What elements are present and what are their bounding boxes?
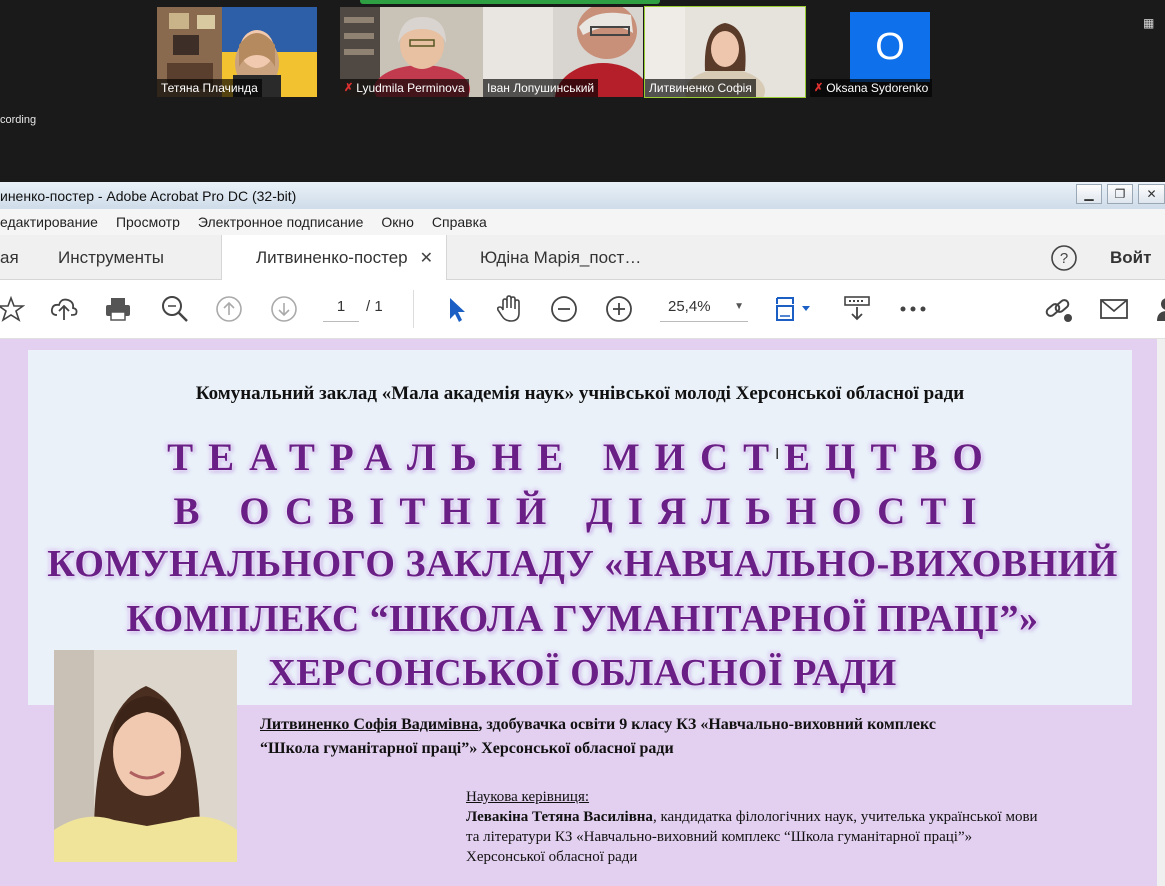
print-icon[interactable]: [101, 292, 135, 326]
cloud-upload-icon[interactable]: [47, 292, 81, 326]
participant-tile[interactable]: ✗ Lyudmila Perminova: [340, 7, 500, 97]
menu-bar: едактирование Просмотр Электронное подпи…: [0, 209, 1165, 235]
avatar: O: [850, 12, 930, 82]
zoom-participant-strip: Тетяна Плачинда ✗ Lyudmila Perminova Іва…: [0, 0, 1165, 182]
page-total: / 1: [366, 298, 383, 315]
minimize-button[interactable]: ▁: [1076, 184, 1102, 204]
link-icon[interactable]: [1042, 292, 1076, 326]
menu-view[interactable]: Просмотр: [116, 214, 180, 230]
sign-in-button[interactable]: Войт: [1100, 235, 1161, 280]
close-tab-icon[interactable]: ✕: [420, 248, 433, 268]
document-view[interactable]: Комунальний заклад «Мала академія наук» …: [0, 339, 1165, 886]
author-photo: [54, 650, 237, 862]
participant-name: Литвиненко Софія: [645, 79, 756, 97]
star-icon[interactable]: [0, 292, 28, 326]
zoom-level-select[interactable]: 25,4% ▼: [660, 292, 748, 322]
acrobat-window: иненко-постер - Adobe Acrobat Pro DC (32…: [0, 182, 1165, 886]
participant-tile-active[interactable]: Литвиненко Софія: [644, 6, 806, 98]
tab-home[interactable]: ая: [0, 235, 29, 280]
tab-bar: ая Инструменты Литвиненко-постер ✕ Юдіна …: [0, 235, 1165, 281]
share-user-icon[interactable]: [1148, 292, 1165, 326]
page-up-icon[interactable]: [212, 292, 246, 326]
participant-name: ✗ Oksana Sydorenko: [810, 79, 933, 97]
tab-document-active[interactable]: Литвиненко-постер ✕: [221, 235, 447, 281]
author-info: Литвиненко Софія Вадимівна, здобувачка о…: [260, 716, 936, 757]
menu-window[interactable]: Окно: [381, 214, 414, 230]
poster-title-line: КОМПЛЕКС “ШКОЛА ГУМАНІТАРНОЇ ПРАЦІ”»: [126, 598, 1039, 640]
mic-muted-icon: ✗: [814, 82, 824, 94]
menu-sign[interactable]: Электронное подписание: [198, 214, 364, 230]
tab-document[interactable]: Юдіна Марія_пост…: [470, 235, 651, 280]
poster-title-line: КОМУНАЛЬНОГО ЗАКЛАДУ «НАВЧАЛЬНО-ВИХОВНИЙ: [47, 543, 1118, 585]
text-cursor-icon: I: [775, 446, 780, 463]
mic-muted-icon: ✗: [344, 82, 354, 94]
select-cursor-icon[interactable]: [438, 292, 472, 326]
page-number-input[interactable]: 1: [323, 292, 359, 322]
participant-tile[interactable]: O ✗ Oksana Sydorenko: [810, 7, 970, 97]
menu-edit[interactable]: едактирование: [0, 214, 98, 230]
mail-icon[interactable]: [1097, 292, 1131, 326]
zoom-share-indicator: [360, 0, 660, 4]
screen: Тетяна Плачинда ✗ Lyudmila Perminova Іва…: [0, 0, 1165, 886]
participant-name: Тетяна Плачинда: [157, 79, 262, 97]
tab-tools[interactable]: Инструменты: [48, 235, 174, 280]
supervisor-info: Наукова керівниця: Левакіна Тетяна Васил…: [466, 789, 1038, 865]
toolbar-divider: [413, 290, 414, 328]
poster-organization: Комунальний заклад «Мала академія наук» …: [195, 383, 965, 404]
page-down-icon[interactable]: [267, 292, 301, 326]
title-bar: иненко-постер - Adobe Acrobat Pro DC (32…: [0, 182, 1165, 209]
fit-page-icon[interactable]: [772, 292, 818, 326]
gallery-view-icon[interactable]: ▦: [1143, 16, 1154, 30]
more-icon[interactable]: [896, 292, 930, 326]
poster-title-line: В ОСВІТНІЙ ДІЯЛЬНОСТІ: [173, 490, 992, 533]
scroll-mode-icon[interactable]: [840, 292, 874, 326]
toolbar: 1 / 1 25,4% ▼: [0, 280, 1165, 339]
participant-tile[interactable]: Тетяна Плачинда: [157, 7, 317, 97]
hand-icon[interactable]: [492, 292, 526, 326]
poster-title-line: ТЕАТРАЛЬНЕ МИСТЕЦТВО: [167, 436, 998, 479]
svg-text:?: ?: [1060, 250, 1068, 267]
recording-status: cording: [0, 114, 37, 126]
participant-name: ✗ Lyudmila Perminova: [340, 79, 469, 97]
window-title: иненко-постер - Adobe Acrobat Pro DC (32…: [0, 187, 297, 204]
participant-name: Іван Лопушинський: [483, 79, 599, 97]
vertical-scrollbar[interactable]: [1157, 339, 1165, 886]
close-window-button[interactable]: ✕: [1138, 184, 1165, 204]
participant-tile[interactable]: Іван Лопушинський: [483, 7, 643, 97]
chevron-down-icon: ▼: [734, 301, 744, 312]
menu-help[interactable]: Справка: [432, 214, 487, 230]
zoom-in-icon[interactable]: [602, 292, 636, 326]
zoom-out-icon[interactable]: [547, 292, 581, 326]
help-icon[interactable]: ?: [1040, 235, 1088, 280]
zoom-search-icon[interactable]: [158, 292, 192, 326]
maximize-button[interactable]: ❐: [1107, 184, 1133, 204]
